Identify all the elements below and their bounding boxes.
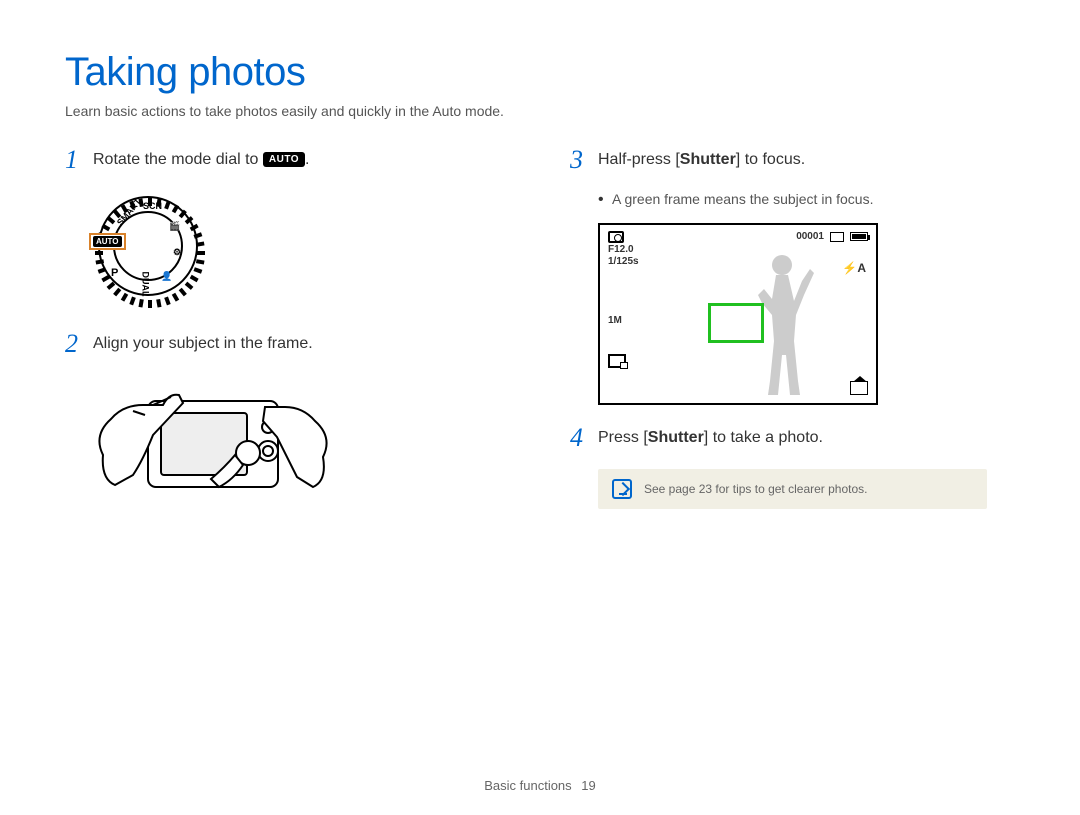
dial-label-p: P (111, 267, 118, 279)
flash-auto-icon: ⚡A (842, 261, 866, 275)
step-number: 4 (570, 425, 598, 451)
step4-after: ] to take a photo. (704, 429, 823, 446)
dial-label-dual: DUAL (141, 272, 151, 297)
dial-label-scn: SCN (143, 201, 162, 211)
bullet-text: A green frame means the subject in focus… (612, 191, 873, 209)
step-text: Half-press [Shutter] to focus. (598, 147, 805, 169)
step-2: 2 Align your subject in the frame. (65, 331, 510, 357)
hold-camera-illustration (93, 375, 333, 525)
auto-mode-chip: AUTO (263, 152, 305, 167)
bullet-icon: • (598, 191, 612, 209)
page-footer: Basic functions 19 (0, 778, 1080, 793)
lcd-shutter-speed: 1/125s (608, 256, 639, 267)
footer-page-number: 19 (581, 778, 595, 793)
step-4: 4 Press [Shutter] to take a photo. (570, 425, 1015, 451)
metering-icon (608, 354, 626, 368)
step-number: 1 (65, 147, 93, 173)
step-text: Align your subject in the frame. (93, 331, 313, 353)
step1-before: Rotate the mode dial to (93, 151, 263, 168)
battery-icon (850, 232, 868, 241)
tip-note: See page 23 for tips to get clearer phot… (598, 469, 987, 509)
sd-card-icon (830, 232, 844, 242)
ois-icon (850, 381, 868, 395)
step3-before: Half-press [ (598, 151, 680, 168)
lcd-aperture: F12.0 (608, 244, 639, 255)
page-title: Taking photos (65, 50, 1015, 95)
step3-after: ] to focus. (736, 151, 805, 168)
step1-after: . (305, 151, 309, 168)
step-number: 3 (570, 147, 598, 173)
step-1: 1 Rotate the mode dial to AUTO. (65, 147, 510, 173)
page-subtitle: Learn basic actions to take photos easil… (65, 103, 1015, 119)
note-icon (612, 479, 632, 499)
lcd-counter: 00001 (796, 231, 824, 242)
note-text: See page 23 for tips to get clearer phot… (644, 482, 867, 496)
step-text: Rotate the mode dial to AUTO. (93, 147, 310, 169)
lcd-size-indicator: 1M (608, 315, 626, 326)
step-3: 3 Half-press [Shutter] to focus. (570, 147, 1015, 173)
focus-frame (708, 303, 764, 343)
dial-auto-label: AUTO (93, 236, 122, 247)
step-number: 2 (65, 331, 93, 357)
flash-auto-label: A (857, 261, 866, 275)
step-3-bullet: • A green frame means the subject in foc… (598, 191, 1015, 209)
step3-bold: Shutter (680, 151, 736, 168)
right-column: 3 Half-press [Shutter] to focus. • A gre… (570, 147, 1015, 525)
step-text: Press [Shutter] to take a photo. (598, 425, 823, 447)
mode-dial-illustration: SCN 🎬 ⚙ 👤 DUAL P SMART AUTO (93, 191, 203, 301)
footer-section: Basic functions (484, 778, 571, 793)
left-column: 1 Rotate the mode dial to AUTO. SCN 🎬 ⚙ … (65, 147, 510, 525)
step4-before: Press [ (598, 429, 648, 446)
lcd-preview-illustration: F12.0 1/125s 00001 ⚡A 1M (598, 223, 878, 405)
camera-icon (608, 231, 624, 243)
dial-auto-highlight: AUTO (89, 233, 126, 250)
step4-bold: Shutter (648, 429, 704, 446)
